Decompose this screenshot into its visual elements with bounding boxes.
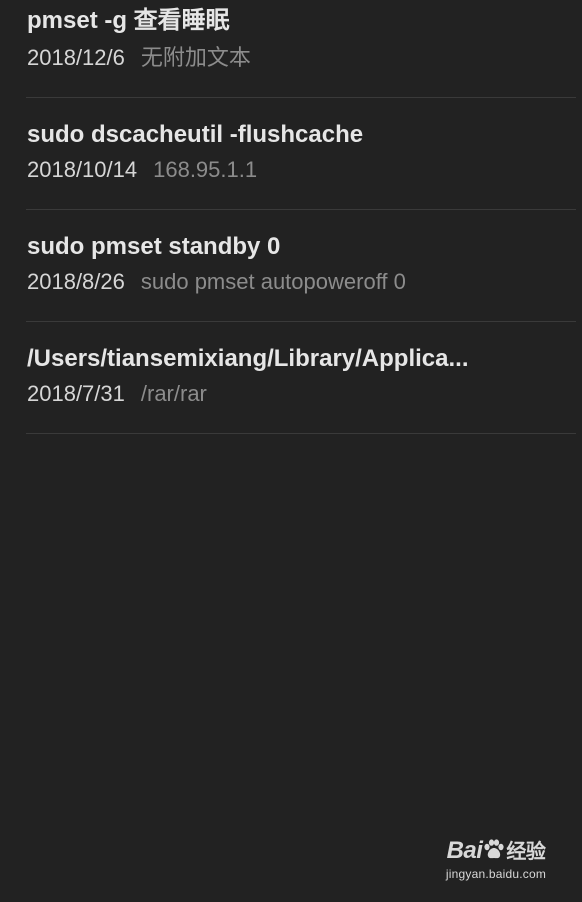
note-list-item[interactable]: pmset -g 查看睡眠 2018/12/6 无附加文本 xyxy=(26,0,576,98)
watermark-url: jingyan.baidu.com xyxy=(445,867,547,881)
note-preview: 168.95.1.1 xyxy=(153,157,258,182)
note-meta: 2018/10/14 168.95.1.1 xyxy=(27,157,257,183)
note-preview: sudo pmset autopoweroff 0 xyxy=(140,269,406,294)
note-title: sudo dscacheutil -flushcache xyxy=(27,121,364,148)
watermark-logo: Bai 经验 xyxy=(442,836,550,867)
watermark-brand-right: 经验 xyxy=(506,841,546,863)
note-date: 2018/7/31 xyxy=(27,381,125,406)
note-list: pmset -g 查看睡眠 2018/12/6 无附加文本 sudo dscach… xyxy=(0,0,582,434)
note-meta: 2018/8/26 sudo pmset autopoweroff 0 xyxy=(27,269,406,295)
paw-icon xyxy=(483,839,505,861)
note-preview: 无附加文本 xyxy=(140,45,251,70)
note-list-item[interactable]: sudo dscacheutil -flushcache 2018/10/14 1… xyxy=(26,98,576,210)
watermark-brand-left: Bai xyxy=(446,837,483,864)
note-list-item[interactable]: /Users/tiansemixiang/Library/Applica... … xyxy=(26,322,576,434)
baidu-jingyan-watermark: Bai 经验 jingyan.baidu.com xyxy=(442,836,550,886)
note-preview: /rar/rar xyxy=(140,381,207,406)
note-meta: 2018/12/6 无附加文本 xyxy=(27,45,251,71)
note-list-item[interactable]: sudo pmset standby 0 2018/8/26 sudo pmset… xyxy=(26,210,576,322)
note-date: 2018/12/6 xyxy=(27,45,125,70)
note-date: 2018/8/26 xyxy=(27,269,125,294)
note-title: sudo pmset standby 0 xyxy=(27,233,281,260)
note-title: pmset -g 查看睡眠 xyxy=(27,7,230,34)
note-title: /Users/tiansemixiang/Library/Applica... xyxy=(27,345,469,372)
note-date: 2018/10/14 xyxy=(27,157,138,182)
note-meta: 2018/7/31/rar/rar xyxy=(27,381,207,407)
